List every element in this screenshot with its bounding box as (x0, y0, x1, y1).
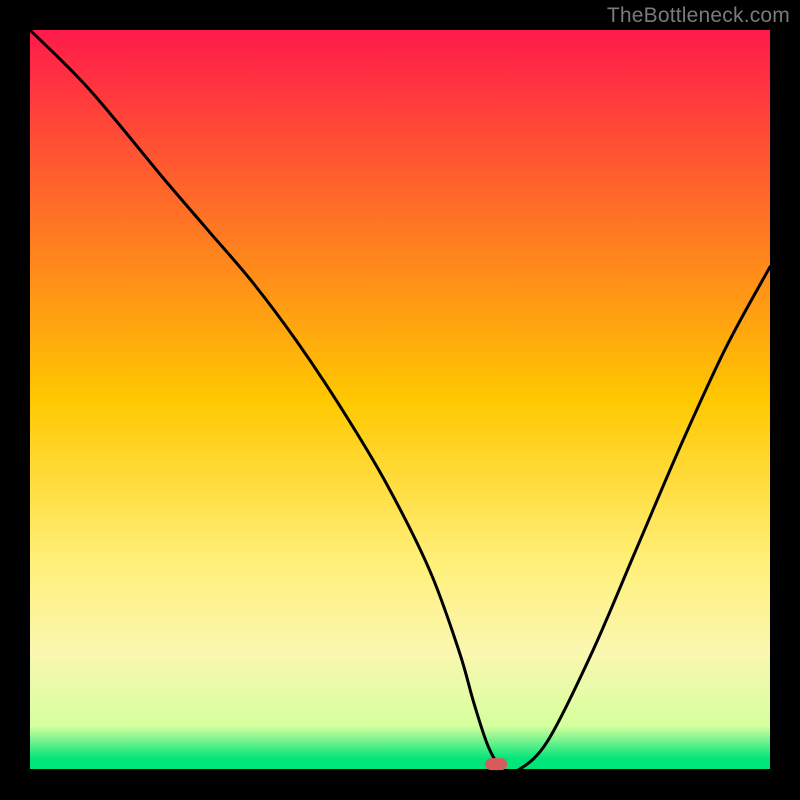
plot-area (30, 30, 770, 770)
border-right (770, 0, 800, 800)
optimal-marker (485, 758, 507, 770)
chart-frame: TheBottleneck.com (0, 0, 800, 800)
border-bottom (0, 770, 800, 800)
border-left (0, 0, 30, 800)
bottleneck-chart (0, 0, 800, 800)
